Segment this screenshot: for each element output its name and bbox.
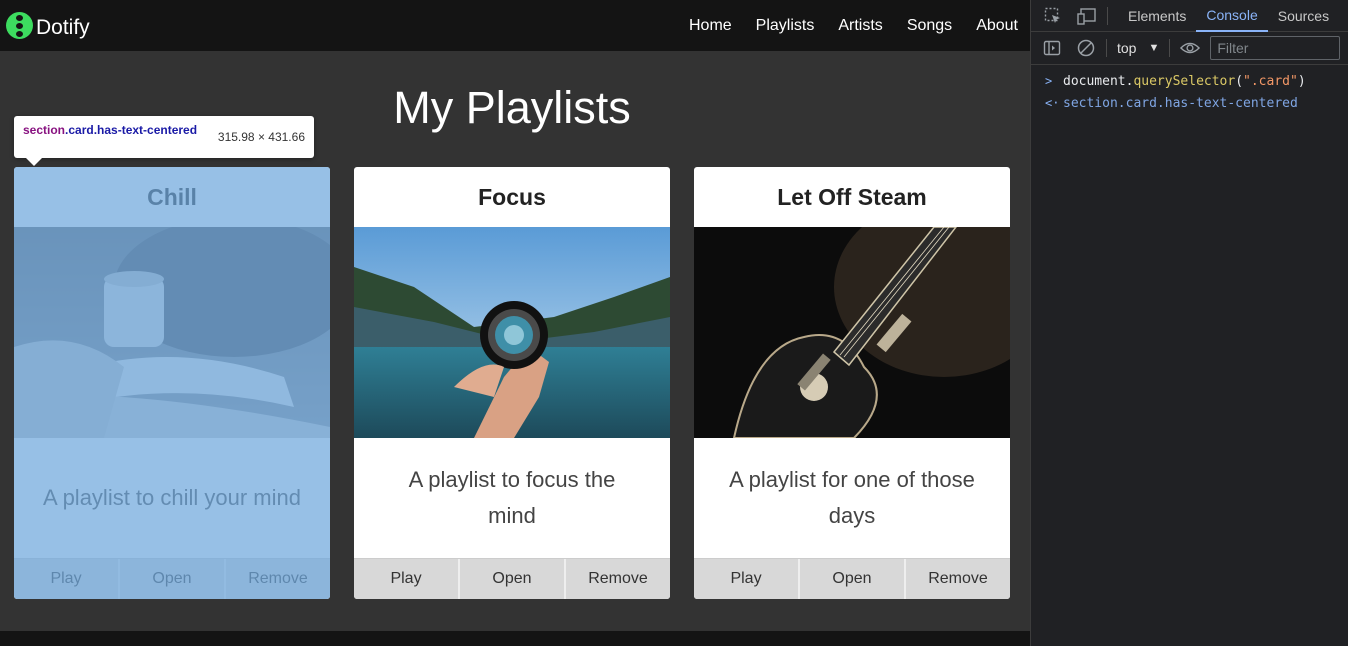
device-toolbar-icon[interactable] (1077, 6, 1097, 26)
card-description: A playlist to focus the mind (408, 467, 616, 528)
console-command: document.querySelector(".card") (1063, 73, 1306, 89)
playlist-card-chill: Chill A playlist to chill your mind Play… (14, 167, 330, 599)
sidebar-toggle-icon[interactable] (1042, 38, 1062, 58)
play-button[interactable]: Play (694, 559, 800, 599)
prompt-chevron-icon: > (1045, 74, 1053, 88)
context-label: top (1117, 40, 1137, 56)
nav-artists[interactable]: Artists (826, 0, 894, 51)
focus-image (354, 227, 670, 438)
card-title: Chill (147, 183, 197, 210)
devtools-tabbar: Elements Console Sources (1031, 0, 1348, 32)
inspect-element-icon[interactable] (1043, 6, 1063, 26)
console-output: > document.querySelector(".card") <· sec… (1031, 65, 1348, 114)
card-title: Let Off Steam (777, 183, 927, 210)
nav-home[interactable]: Home (677, 0, 744, 51)
console-toolbar: top ▼ (1031, 32, 1348, 65)
remove-button[interactable]: Remove (566, 559, 670, 599)
open-button[interactable]: Open (120, 559, 226, 599)
dotify-logo-icon (6, 12, 33, 39)
console-result-line[interactable]: <· section.card.has-text-centered (1031, 92, 1348, 114)
card-description: A playlist for one of those days (729, 467, 975, 528)
nav-about[interactable]: About (964, 0, 1030, 51)
context-selector[interactable]: top ▼ (1117, 40, 1159, 56)
tab-sources[interactable]: Sources (1268, 0, 1339, 32)
playlist-card-let-off-steam: Let Off Steam A playlist for one of thos… (694, 167, 1010, 599)
website-viewport: Dotify Home Playlists Artists Songs Abou… (0, 0, 1030, 646)
navbar: Dotify Home Playlists Artists Songs Abou… (0, 0, 1030, 51)
playlist-cards: Chill A playlist to chill your mind Play… (14, 167, 1010, 599)
nav-playlists[interactable]: Playlists (744, 0, 827, 51)
remove-button[interactable]: Remove (906, 559, 1010, 599)
card-title: Focus (478, 183, 546, 210)
play-button[interactable]: Play (354, 559, 460, 599)
console-input-line: > document.querySelector(".card") (1031, 70, 1348, 92)
inspector-tooltip: section.card.has-text-centered 315.98 × … (14, 116, 314, 166)
footer-bar (0, 631, 1030, 646)
nav-menu: Home Playlists Artists Songs About (677, 0, 1030, 51)
dropdown-arrow-icon: ▼ (1148, 42, 1160, 54)
brand-name: Dotify (36, 15, 90, 39)
result-arrow-icon: <· (1045, 96, 1060, 110)
separator (1106, 39, 1107, 57)
card-footer: Play Open Remove (14, 558, 330, 599)
live-expression-eye-icon[interactable] (1180, 38, 1201, 58)
tab-console[interactable]: Console (1196, 0, 1268, 32)
devtools-panel: Elements Console Sources top ▼ > documen… (1030, 0, 1348, 646)
tooltip-size: 315.98 × 431.66 (217, 130, 305, 144)
separator (1107, 6, 1108, 25)
guitar-image (694, 227, 1010, 438)
console-filter-input[interactable] (1210, 36, 1341, 60)
clear-console-icon[interactable] (1076, 38, 1096, 58)
playlist-card-focus: Focus A playlist to focus the mind Play … (354, 167, 670, 599)
card-footer: Play Open Remove (354, 558, 670, 599)
tab-elements[interactable]: Elements (1118, 0, 1196, 32)
card-footer: Play Open Remove (694, 558, 1010, 599)
card-description: A playlist to chill your mind (43, 485, 301, 510)
remove-button[interactable]: Remove (226, 559, 330, 599)
console-result[interactable]: section.card.has-text-centered (1063, 96, 1298, 111)
nav-songs[interactable]: Songs (895, 0, 964, 51)
separator (1169, 39, 1171, 57)
play-button[interactable]: Play (14, 559, 120, 599)
brand[interactable]: Dotify (6, 12, 90, 40)
tooltip-selector: section.card.has-text-centered (23, 123, 198, 137)
chill-image (14, 227, 330, 438)
open-button[interactable]: Open (460, 559, 566, 599)
open-button[interactable]: Open (800, 559, 906, 599)
